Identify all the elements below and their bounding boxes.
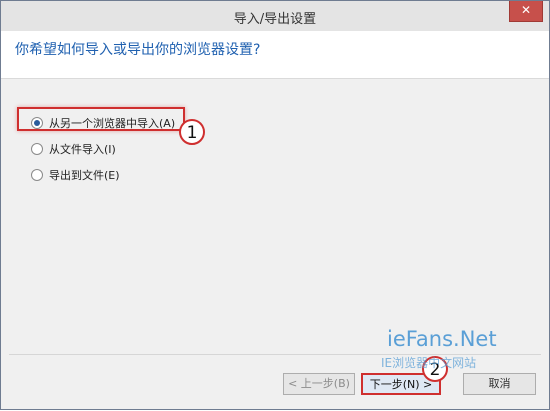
option-label-export-to-file: 导出到文件(E) (49, 169, 120, 182)
import-export-dialog: 导入/导出设置 ✕ 你希望如何导入或导出你的浏览器设置? 从另一个浏览器中导入(… (0, 0, 550, 410)
close-button[interactable]: ✕ (509, 1, 543, 22)
back-button[interactable]: < 上一步(B) (283, 373, 355, 395)
watermark-brand: ieFans.Net (387, 327, 497, 351)
radio-export-to-file[interactable] (31, 169, 43, 181)
watermark: ieFans.Net IE浏览器中文网站 (381, 327, 550, 411)
dialog-question: 你希望如何导入或导出你的浏览器设置? (15, 42, 261, 58)
option-import-from-file[interactable]: 从文件导入(I) (31, 141, 116, 157)
annotation-highlight-option (17, 107, 185, 131)
option-label-import-from-file: 从文件导入(I) (49, 143, 116, 156)
option-export-to-file[interactable]: 导出到文件(E) (31, 167, 120, 183)
window-title: 导入/导出设置 (233, 12, 317, 27)
title-bar: 导入/导出设置 ✕ (1, 1, 549, 31)
annotation-marker-1: 1 (179, 119, 205, 145)
footer-divider (9, 354, 541, 355)
dialog-header: 你希望如何导入或导出你的浏览器设置? (1, 31, 549, 79)
annotation-marker-2: 2 (422, 356, 448, 382)
cancel-button[interactable]: 取消 (463, 373, 536, 395)
radio-import-from-file[interactable] (31, 143, 43, 155)
